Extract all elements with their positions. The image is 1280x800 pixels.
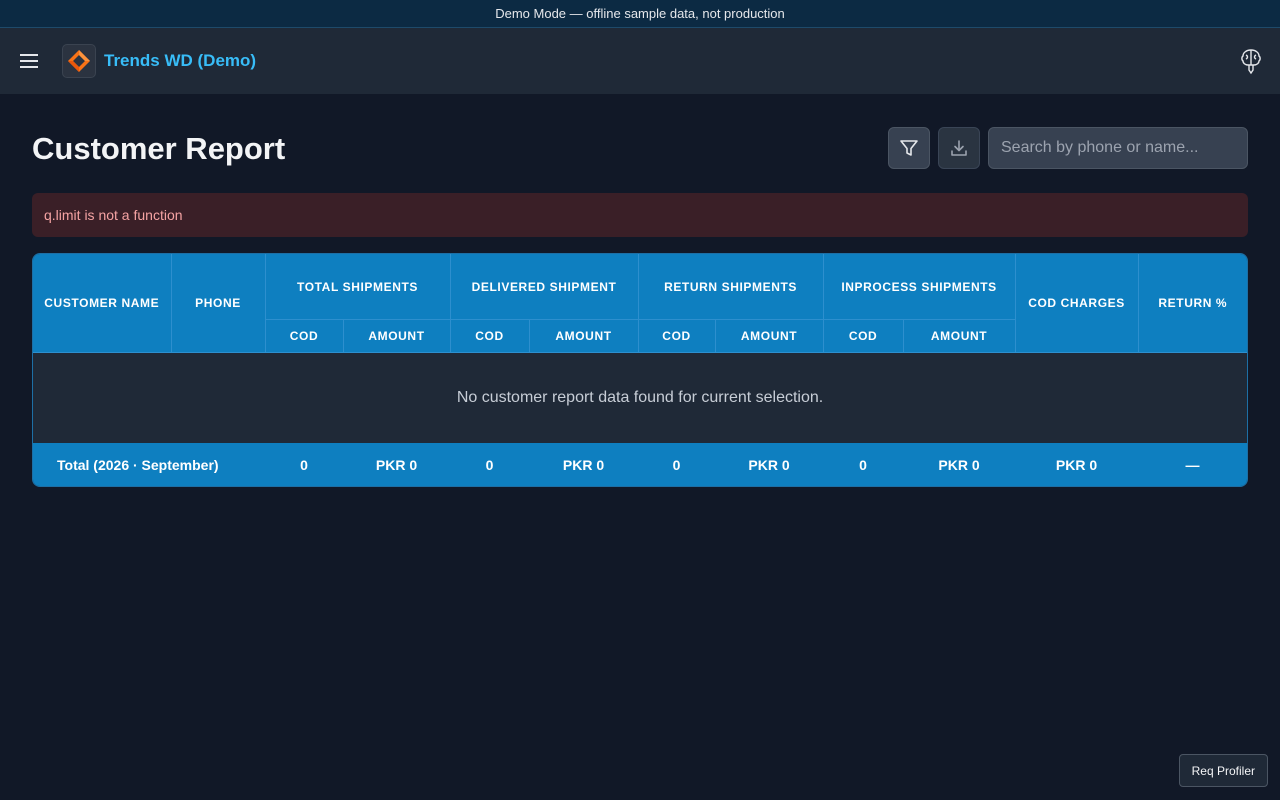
subheader-delivered-cod[interactable]: COD <box>449 319 530 353</box>
brain-icon[interactable] <box>1240 47 1264 75</box>
total-label: Total (2026 · September) <box>33 443 265 486</box>
demo-mode-text: Demo Mode — offline sample data, not pro… <box>495 6 785 21</box>
req-profiler-button[interactable]: Req Profiler <box>1178 754 1268 787</box>
total-return-cod: 0 <box>638 443 716 486</box>
req-profiler-label: Req Profiler <box>1191 763 1255 778</box>
empty-state-message: No customer report data found for curren… <box>33 352 1247 443</box>
download-icon <box>951 140 967 156</box>
app-logo-icon[interactable] <box>62 44 96 78</box>
demo-mode-banner: Demo Mode — offline sample data, not pro… <box>0 0 1280 28</box>
subheader-total-amount[interactable]: Amount <box>342 319 451 353</box>
header-cod-charges[interactable]: COD Charges <box>1014 254 1139 353</box>
header-phone[interactable]: Phone <box>170 254 266 353</box>
total-delivered-amount: PKR 0 <box>529 443 639 486</box>
total-total-cod: 0 <box>265 443 343 486</box>
subheader-delivered-amount[interactable]: Amount <box>528 319 639 353</box>
total-inprocess-amount: PKR 0 <box>903 443 1016 486</box>
top-navbar: Trends WD (Demo) <box>0 28 1280 94</box>
header-total-shipments: Total Shipments <box>264 254 451 320</box>
subheader-total-cod[interactable]: COD <box>265 319 344 353</box>
error-message: q.limit is not a function <box>44 207 183 223</box>
header-customer-name[interactable]: Customer Name <box>33 254 172 353</box>
subheader-return-cod[interactable]: COD <box>637 319 716 353</box>
download-button[interactable] <box>938 127 980 169</box>
hamburger-menu-icon[interactable] <box>18 50 40 72</box>
customer-report-table: Customer Name Phone Total Shipments Deli… <box>32 253 1248 487</box>
filter-icon <box>900 140 918 156</box>
header-inprocess-shipments: Inprocess Shipments <box>822 254 1016 320</box>
total-cod-charges: PKR 0 <box>1015 443 1139 486</box>
header-delivered-shipment: Delivered Shipment <box>449 254 639 320</box>
subheader-inprocess-cod[interactable]: COD <box>822 319 904 353</box>
empty-state-row: No customer report data found for curren… <box>33 352 1247 443</box>
total-inprocess-cod: 0 <box>823 443 904 486</box>
app-title[interactable]: Trends WD (Demo) <box>104 51 256 71</box>
page-header: Customer Report <box>32 127 1248 171</box>
subheader-inprocess-amount[interactable]: Amount <box>902 319 1016 353</box>
total-return-amount: PKR 0 <box>715 443 824 486</box>
search-input[interactable] <box>988 127 1248 169</box>
total-return-percent: — <box>1138 443 1247 486</box>
total-delivered-cod: 0 <box>450 443 530 486</box>
total-row: Total (2026 · September) 0 PKR 0 0 PKR 0… <box>33 443 1247 486</box>
subheader-return-amount[interactable]: Amount <box>714 319 824 353</box>
header-return-shipments: Return Shipments <box>637 254 824 320</box>
page-title: Customer Report <box>32 131 286 166</box>
header-return-percent[interactable]: Return % <box>1137 254 1247 353</box>
filter-button[interactable] <box>888 127 930 169</box>
error-alert: q.limit is not a function <box>32 193 1248 237</box>
total-total-amount: PKR 0 <box>343 443 451 486</box>
